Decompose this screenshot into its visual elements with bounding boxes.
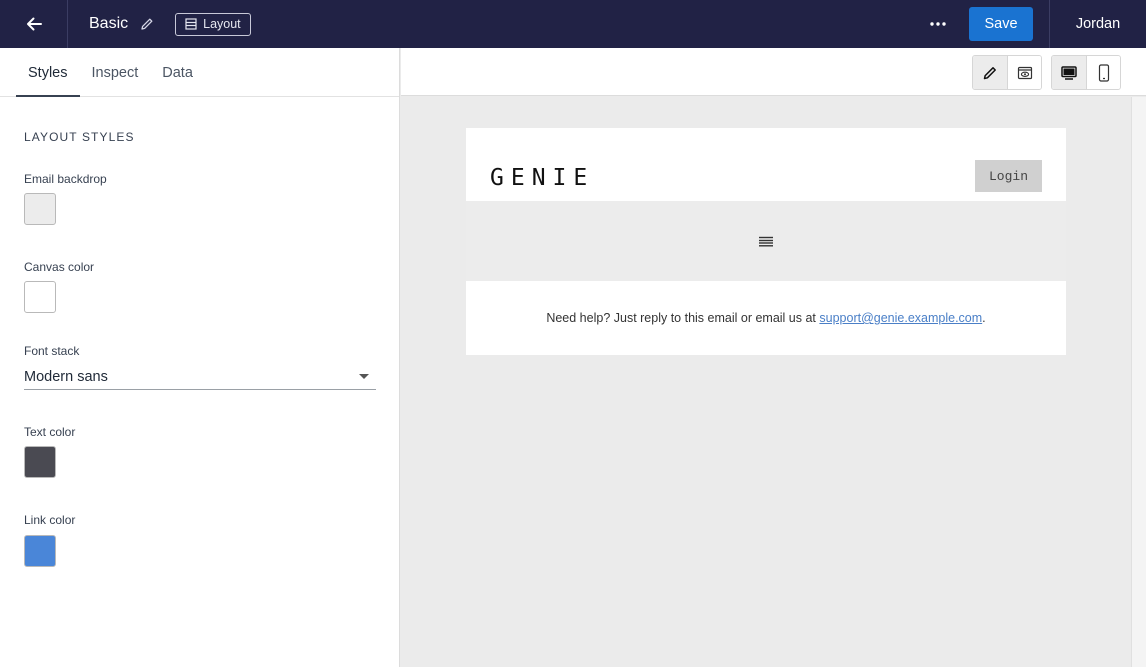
tab-inspect[interactable]: Inspect	[80, 48, 151, 96]
text-color-label: Text color	[24, 425, 76, 439]
panel-tabs: Styles Inspect Data	[0, 48, 399, 97]
text-color-swatch[interactable]	[24, 446, 56, 478]
email-menu-block[interactable]	[466, 201, 1066, 281]
top-bar: Basic Layout Save Jordan	[0, 0, 1146, 48]
email-header: GENIE Login	[466, 128, 1066, 201]
email-preview-area: GENIE Login Need help? Just reply to thi…	[401, 97, 1131, 667]
section-title: LAYOUT STYLES	[24, 130, 135, 144]
page-title: Basic	[89, 15, 129, 32]
canvas-color-label: Canvas color	[24, 260, 95, 274]
email-footer: Need help? Just reply to this email or e…	[466, 281, 1066, 355]
edit-mode-button[interactable]	[973, 56, 1007, 89]
tab-styles[interactable]: Styles	[16, 48, 80, 97]
canvas-color-swatch[interactable]	[24, 281, 56, 313]
footer-text: Need help? Just reply to this email or e…	[546, 311, 816, 325]
link-color-label: Link color	[24, 513, 76, 527]
preview-toolbar	[401, 48, 1146, 96]
email-backdrop-label: Email backdrop	[24, 172, 107, 186]
chevron-down-icon	[359, 374, 369, 379]
eye-icon	[1017, 66, 1032, 79]
layout-button[interactable]: Layout	[175, 12, 251, 36]
footer-end: .	[982, 311, 986, 325]
logo: GENIE	[490, 165, 595, 191]
desktop-view-button[interactable]	[1052, 56, 1086, 89]
mode-toggle	[972, 55, 1042, 90]
more-options-button[interactable]	[923, 9, 953, 39]
more-horizontal-icon	[930, 22, 946, 26]
email-backdrop-swatch[interactable]	[24, 193, 56, 225]
desktop-icon	[1061, 65, 1077, 80]
email-canvas: GENIE Login Need help? Just reply to thi…	[466, 128, 1066, 355]
hamburger-icon	[759, 236, 773, 247]
user-menu[interactable]: Jordan	[1050, 16, 1146, 32]
link-color-swatch[interactable]	[24, 535, 56, 567]
styles-panel: Styles Inspect Data LAYOUT STYLES Email …	[0, 48, 400, 667]
font-stack-select[interactable]: Modern sans	[24, 364, 376, 390]
layout-icon	[185, 18, 197, 30]
preview-mode-button[interactable]	[1007, 56, 1041, 89]
support-email-link[interactable]: support@genie.example.com	[819, 311, 982, 325]
device-toggle	[1051, 55, 1121, 90]
pencil-icon	[983, 66, 996, 79]
mobile-icon	[1098, 63, 1109, 82]
mobile-view-button[interactable]	[1086, 56, 1120, 89]
back-button[interactable]	[0, 0, 68, 48]
pencil-icon	[141, 18, 153, 30]
rename-button[interactable]	[140, 17, 154, 31]
tab-data[interactable]: Data	[150, 48, 205, 96]
font-stack-label: Font stack	[24, 344, 80, 358]
arrow-left-icon	[26, 17, 42, 31]
layout-label: Layout	[203, 17, 241, 31]
font-stack-value: Modern sans	[24, 368, 108, 385]
login-button[interactable]: Login	[975, 160, 1042, 192]
preview-scrollbar[interactable]	[1131, 97, 1146, 667]
save-button[interactable]: Save	[969, 7, 1033, 41]
